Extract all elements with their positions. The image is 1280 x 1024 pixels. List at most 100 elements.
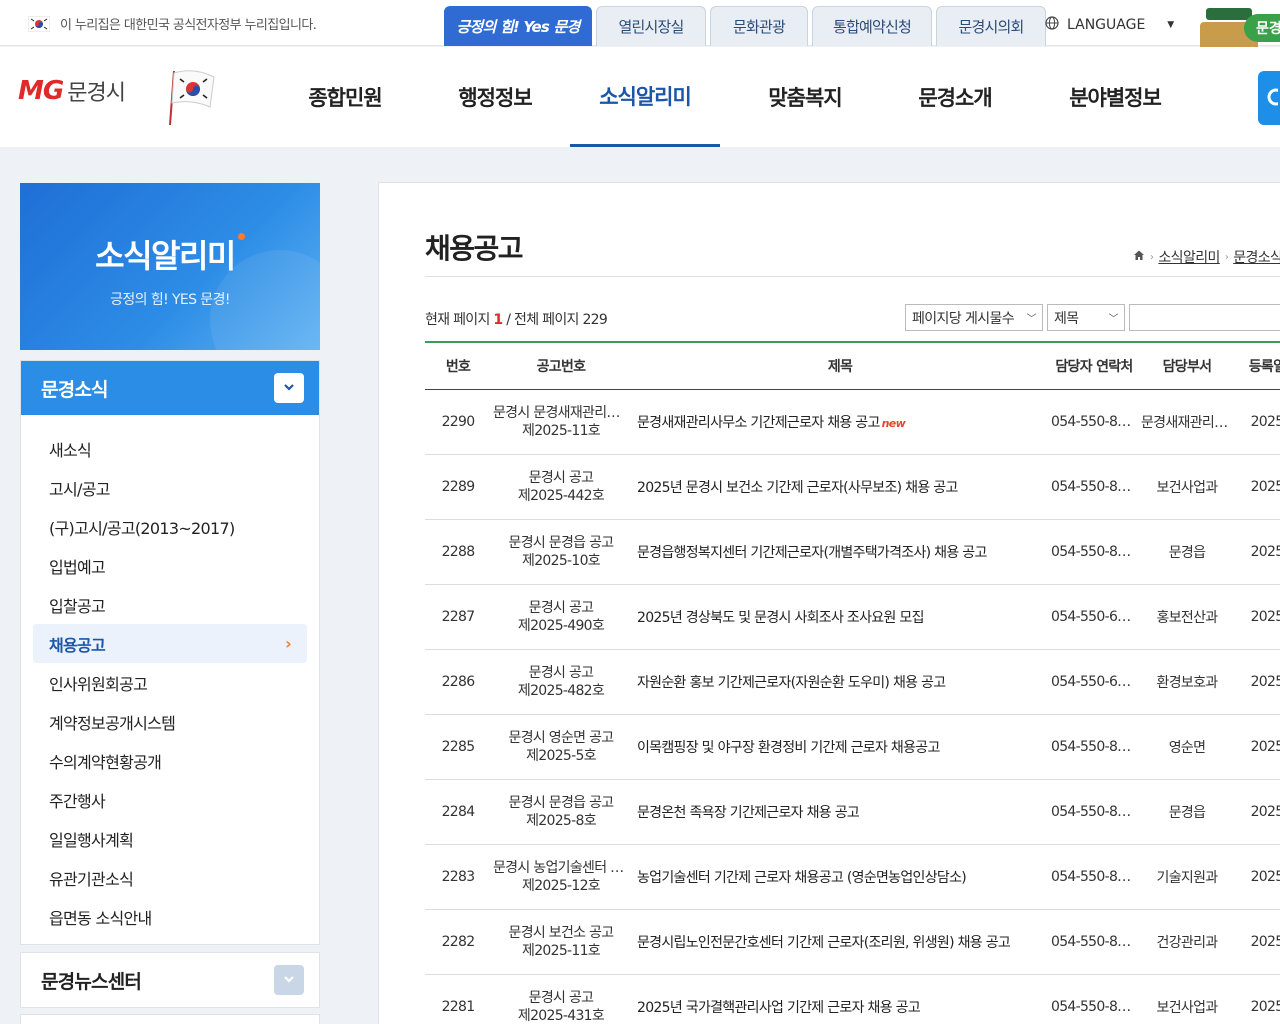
row-announce-no: 문경시 공고 제2025-490호 [491,584,631,650]
col-date: 등록일 [1248,358,1280,375]
news-center-toggle[interactable] [274,965,304,995]
row-department: 보건사업과 [1139,454,1235,520]
table-row[interactable]: 2282 문경시 보건소 공고 제2025-11호 문경시립노인전문간호센터 기간제 … [425,909,1280,975]
row-announce-code: 제2025-8호 [526,812,596,829]
side-menu-toggle[interactable] [274,373,304,403]
breadcrumb-mungyeong-news[interactable]: 문경소식 [1233,247,1280,267]
row-date: 2025 [1235,779,1280,845]
row-title-link[interactable]: 문경온천 족욕장 기간제근로자 채용 공고 [637,805,860,821]
table-row[interactable]: 2288 문경시 문경읍 공고 제2025-10호 문경읍행정복지센터 기간제근로자(… [425,519,1280,585]
row-title-link[interactable]: 2025년 경상북도 및 문경시 사회조사 조사요원 모집 [637,610,924,626]
row-title-cell[interactable]: 2025년 경상북도 및 문경시 사회조사 조사요원 모집 [631,584,1049,650]
site-logo[interactable]: MG 문경시 [18,75,126,107]
gnb-field-info[interactable]: 분야별정보 [1020,47,1210,147]
sidebar-item-bid[interactable]: 입찰공고 [33,585,307,624]
per-page-select[interactable]: 페이지당 게시물수 ﹀ [905,304,1043,331]
table-row[interactable]: 2284 문경시 문경읍 공고 제2025-8호 문경온천 족욕장 기간제근로자 채용… [425,779,1280,845]
gnb-civil-service[interactable]: 종합민원 [270,47,420,147]
gnb-admin-info[interactable]: 행정정보 [420,47,570,147]
table-row[interactable]: 2287 문경시 공고 제2025-490호 2025년 경상북도 및 문경시 사회조… [425,584,1280,650]
sidebar-item-town-news[interactable]: 읍면동 소식안내 [33,897,307,936]
sidebar-item-news[interactable]: 새소식 [33,429,307,468]
table-row[interactable]: 2289 문경시 공고 제2025-442호 2025년 문경시 보건소 기간제 근로… [425,454,1280,520]
site-header: MG 문경시 종합민원 행정정보 소식알리미 맞춤복지 문경소개 분야별정보 [0,47,1280,147]
row-title-link[interactable]: 2025년 국가결핵관리사업 기간제 근로자 채용 공고 [637,1000,921,1016]
sidebar-item-contract-info[interactable]: 계약정보공개시스템 [33,702,307,741]
row-title-link[interactable]: 문경새재관리사무소 기간제근로자 채용 공고 [637,415,880,431]
row-department: 기술지원과 [1139,844,1235,910]
sidebar-item-recruitment[interactable]: 채용공고 › [33,624,307,663]
search-icon [1258,88,1280,129]
row-contact: 054-550-6114 [1049,649,1139,715]
row-title-cell[interactable]: 문경시립노인전문간호센터 기간제 근로자(조리원, 위생원) 채용 공고 [631,909,1049,975]
breadcrumb-news[interactable]: 소식알리미 [1158,247,1220,267]
row-title-link[interactable]: 문경읍행정복지센터 기간제근로자(개별주택가격조사) 채용 공고 [637,545,987,561]
row-title-link[interactable]: 문경시립노인전문간호센터 기간제 근로자(조리원, 위생원) 채용 공고 [637,935,1011,951]
row-contact: 054-550-8251 [1049,844,1139,910]
row-contact: 054-550-8367 [1049,389,1139,455]
row-date: 2025 [1235,649,1280,715]
row-title-link[interactable]: 이목캠핑장 및 야구장 환경정비 기간제 근로자 채용공고 [637,740,940,756]
sidebar-item-notice[interactable]: 고시/공고 [33,468,307,507]
col-announce-no: 공고번호 [536,358,586,375]
row-announce-code: 제2025-431호 [517,1007,605,1024]
breadcrumb-separator: › [1150,251,1154,263]
tab-open-mayor[interactable]: 열린시장실 [596,6,706,46]
globe-icon [1045,16,1059,34]
row-contact: 054-550-8153 [1049,909,1139,975]
gnb-about[interactable]: 문경소개 [890,47,1020,147]
page-title: 채용공고 [425,232,524,265]
sidebar-item-personnel-committee[interactable]: 인사위원회공고 [33,663,307,702]
tab-reservation[interactable]: 통합예약신청 [812,6,932,46]
row-title-cell[interactable]: 문경온천 족욕장 기간제근로자 채용 공고 [631,779,1049,845]
table-row[interactable]: 2290문경시 문경새재관리사무소 공고제2025-11호문경새재관리사무소 기… [425,389,1280,455]
row-title-cell[interactable]: 농업기술센터 기간제 근로자 채용공고 (영순면농업인상담소) [631,844,1049,910]
search-keyword-input[interactable] [1129,304,1280,331]
row-announce-no: 문경시 영순면 공고 제2025-5호 [491,714,631,780]
row-title-cell[interactable]: 2025년 문경시 보건소 기간제 근로자(사무보조) 채용 공고 [631,454,1049,520]
row-title-cell[interactable]: 자원순환 홍보 기간제근로자(자원순환 도우미) 채용 공고 [631,649,1049,715]
yes-mungyeong-tab[interactable]: 긍정의 힘! Yes 문경 [444,6,592,46]
row-announce-code: 제2025-442호 [517,487,605,504]
utility-tabs: 긍정의 힘! Yes 문경 열린시장실 문화관광 통합예약신청 문경시의회 [444,6,1046,46]
korea-flag-image [160,67,218,127]
gnb-welfare[interactable]: 맞춤복지 [720,47,890,147]
row-date: 2025 [1235,454,1280,520]
row-title-link[interactable]: 2025년 문경시 보건소 기간제 근로자(사무보조) 채용 공고 [637,480,958,496]
row-title-cell[interactable]: 문경새재관리사무소 기간제근로자 채용 공고 new [631,389,1049,455]
row-title-link[interactable]: 자원순환 홍보 기간제근로자(자원순환 도우미) 채용 공고 [637,675,946,691]
table-row[interactable]: 2283 문경시 농업기술센터 공고 제2025-12호 농업기술센터 기간제 근로자… [425,844,1280,910]
table-row[interactable]: 2285 문경시 영순면 공고 제2025-5호 이목캠핑장 및 야구장 환경정비 기… [425,714,1280,780]
row-announce-code: 제2025-12호 [522,877,601,894]
row-title-link[interactable]: 농업기술센터 기간제 근로자 채용공고 (영순면농업인상담소) [637,870,967,886]
tab-city-council[interactable]: 문경시의회 [936,6,1046,46]
home-icon[interactable] [1133,249,1145,265]
table-row[interactable]: 2286 문경시 공고 제2025-482호 자원순환 홍보 기간제근로자(자원순환 … [425,649,1280,715]
row-title-cell[interactable]: 2025년 국가결핵관리사업 기간제 근로자 채용 공고 [631,974,1049,1024]
row-department: 문경읍 [1139,519,1235,585]
row-title-cell[interactable]: 문경읍행정복지센터 기간제근로자(개별주택가격조사) 채용 공고 [631,519,1049,585]
search-field-select[interactable]: 제목 ﹀ [1047,304,1125,331]
sidebar-item-daily-events[interactable]: 일일행사계획 [33,819,307,858]
sidebar-item-legislation[interactable]: 입법예고 [33,546,307,585]
sidebar-item-old-notice[interactable]: (구)고시/공고(2013~2017) [33,507,307,546]
sidebar-item-private-contract[interactable]: 수의계약현황공개 [33,741,307,780]
gnb-news[interactable]: 소식알리미 [570,47,720,147]
col-title: 제목 [827,358,853,375]
news-center-menu[interactable]: 문경뉴스센터 [20,952,320,1008]
logo-mark: MG [18,76,64,106]
gov-notice-text: 이 누리집은 대한민국 공식전자정부 누리집입니다. [60,18,317,33]
row-title-cell[interactable]: 이목캠핑장 및 야구장 환경정비 기간제 근로자 채용공고 [631,714,1049,780]
mascot-banner[interactable]: 문경 [1200,6,1280,52]
table-row[interactable]: 2281 문경시 공고 제2025-431호 2025년 국가결핵관리사업 기간제 근… [425,974,1280,1024]
tab-culture-tour[interactable]: 문화관광 [710,6,808,46]
side-menu-header[interactable]: 문경소식 [21,361,319,415]
sidebar-item-weekly-events[interactable]: 주간행사 [33,780,307,819]
language-label: LANGUAGE [1067,17,1146,33]
search-button[interactable] [1258,71,1280,125]
main-navigation: 종합민원 행정정보 소식알리미 맞춤복지 문경소개 분야별정보 [270,47,1210,147]
sidebar-item-related-orgs[interactable]: 유관기관소식 [33,858,307,897]
row-announce-no: 문경시 농업기술센터 공고 제2025-12호 [491,844,631,910]
language-selector[interactable]: LANGUAGE ▼ [1045,16,1174,34]
total-pages: 229 [582,312,608,328]
